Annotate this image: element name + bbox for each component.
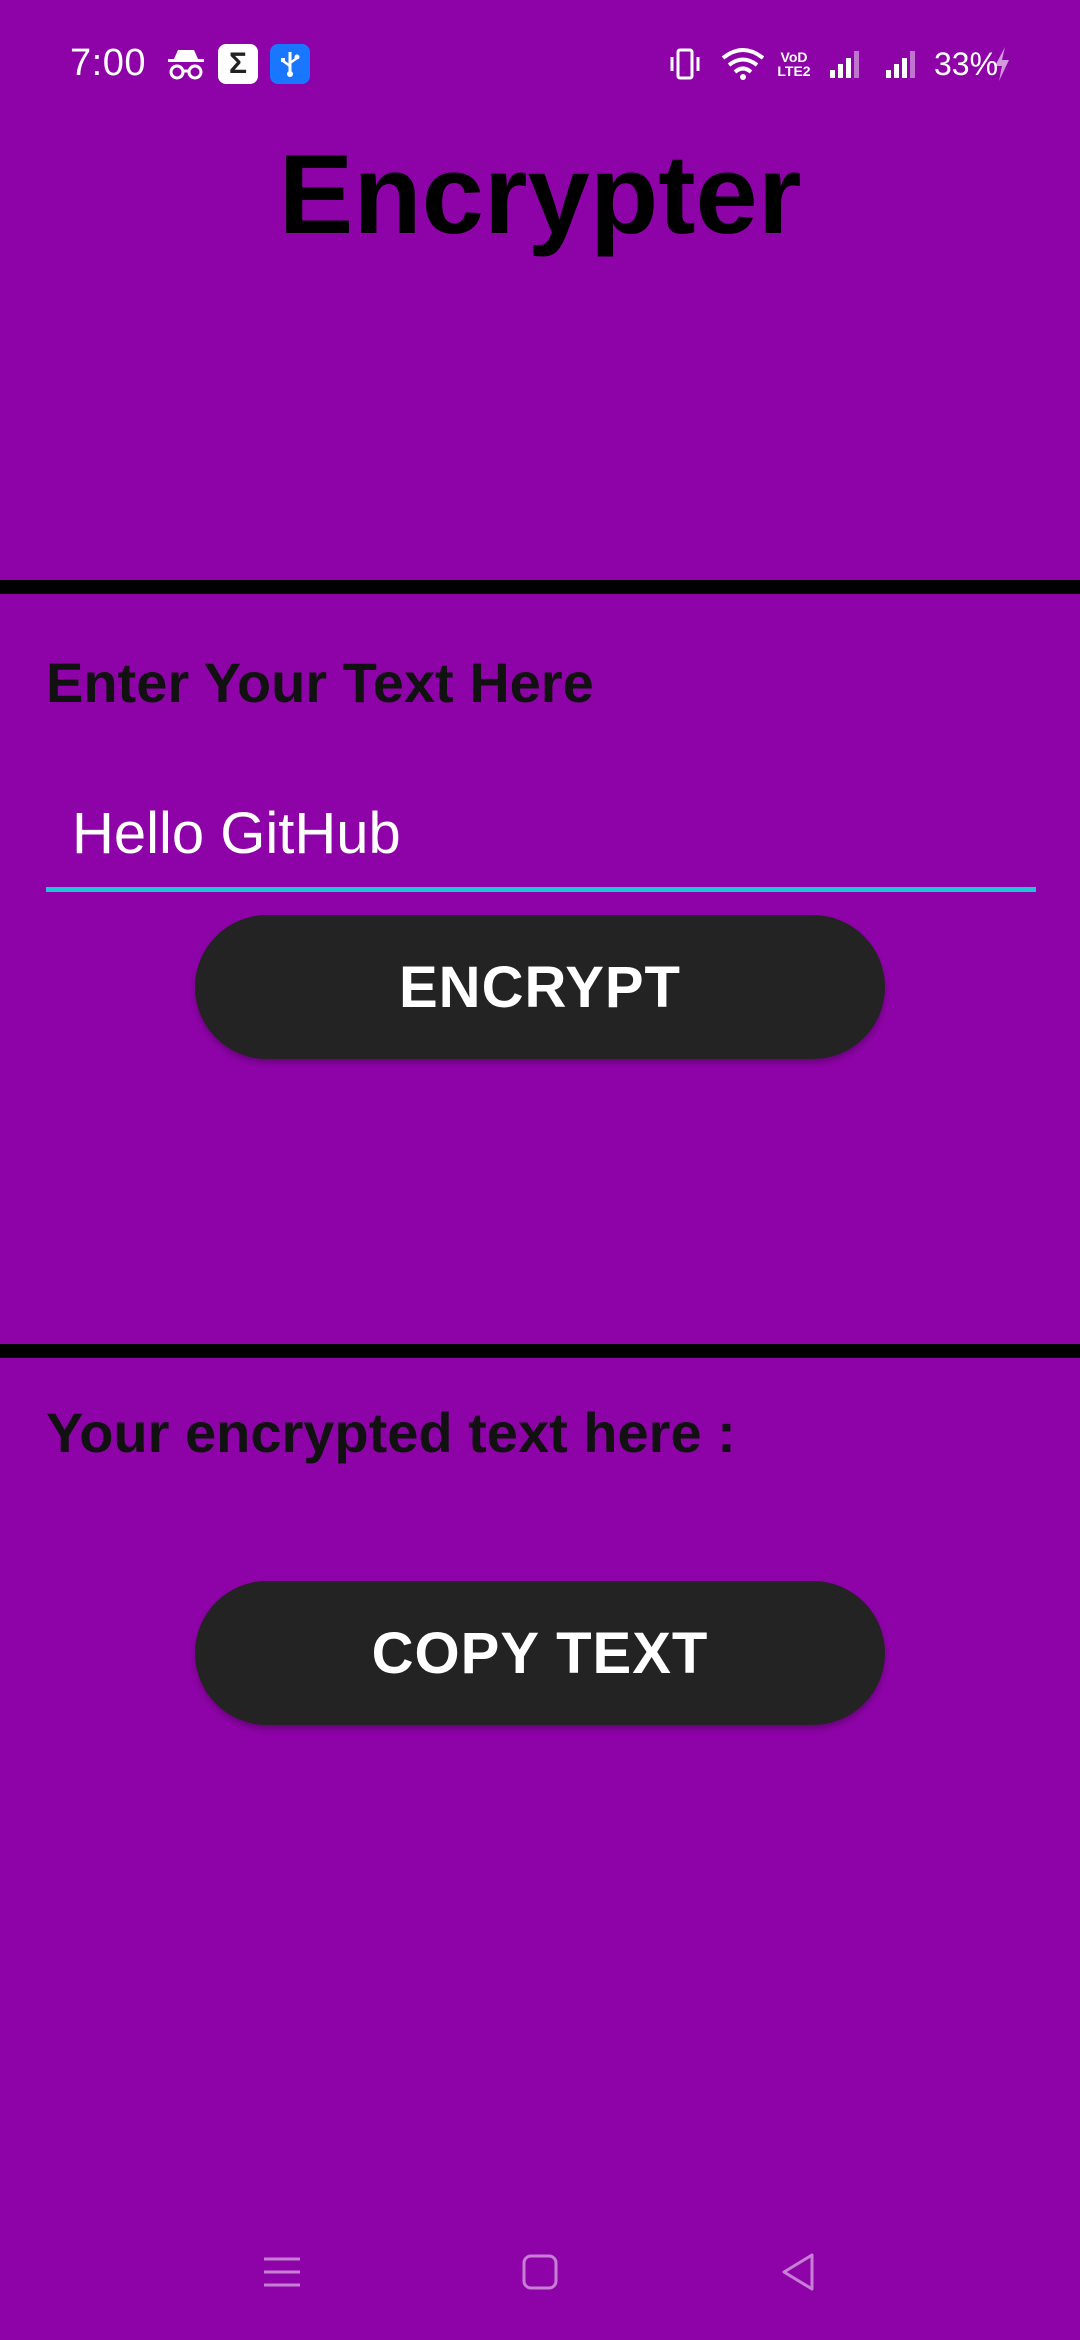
status-time: 7:00 bbox=[70, 42, 146, 84]
sigma-icon: Σ bbox=[218, 44, 258, 84]
signal-icon bbox=[826, 44, 866, 84]
section-divider bbox=[0, 1344, 1080, 1358]
incognito-icon bbox=[166, 44, 206, 84]
encrypt-button[interactable]: ENCRYPT bbox=[195, 915, 885, 1059]
input-label: Enter Your Text Here bbox=[46, 651, 594, 714]
volte-top-label: VoD bbox=[780, 49, 808, 65]
battery-percentage: 33% bbox=[934, 46, 999, 82]
output-label: Your encrypted text here : bbox=[46, 1401, 736, 1464]
vibrate-icon bbox=[668, 44, 702, 84]
section-divider bbox=[0, 580, 1080, 594]
status-bar: 7:00 Σ VoD LTE2 33% bbox=[0, 0, 1080, 130]
charging-icon bbox=[990, 44, 1014, 84]
home-icon[interactable] bbox=[518, 2250, 562, 2294]
encrypted-output-text bbox=[46, 1480, 1036, 1550]
menu-icon[interactable] bbox=[260, 2250, 304, 2294]
volte-icon: VoD LTE2 bbox=[774, 44, 814, 84]
usb-icon bbox=[270, 44, 310, 84]
copy-text-button[interactable]: COPY TEXT bbox=[195, 1581, 885, 1725]
app-title: Encrypter bbox=[278, 132, 802, 257]
signal-icon bbox=[882, 44, 922, 84]
app-screen: 7:00 Σ VoD LTE2 33% Encrypter Enter Your… bbox=[0, 0, 1080, 2340]
wifi-icon bbox=[720, 44, 766, 84]
back-icon[interactable] bbox=[776, 2250, 820, 2294]
text-input[interactable] bbox=[46, 780, 1036, 892]
volte-bottom-label: LTE2 bbox=[777, 63, 811, 79]
